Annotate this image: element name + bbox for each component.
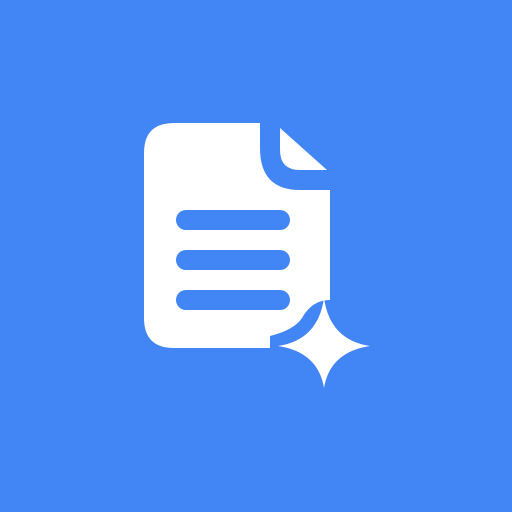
app-icon [0,0,512,512]
document-line-3 [176,290,290,310]
document-sparkle-icon [0,0,512,512]
document-line-1 [176,210,290,230]
document-line-2 [176,250,290,270]
